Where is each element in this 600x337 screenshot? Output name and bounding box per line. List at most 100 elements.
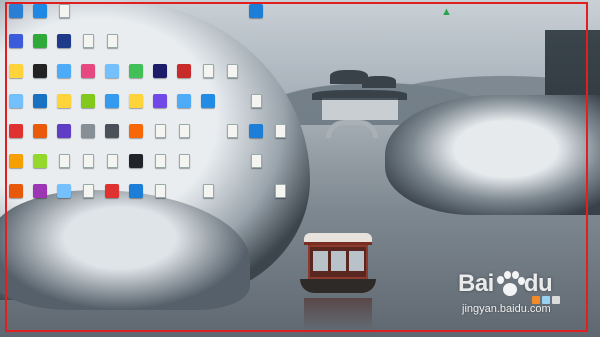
desktop-icon-33[interactable] <box>102 124 122 142</box>
desktop-icon-29[interactable] <box>6 124 26 142</box>
desktop-icon-55[interactable] <box>150 184 170 202</box>
desktop-icon-35[interactable] <box>150 124 170 142</box>
desktop-icon-53[interactable] <box>102 184 122 202</box>
desktop-icon-46[interactable] <box>150 154 170 172</box>
desktop-icon-57[interactable] <box>270 184 290 202</box>
desktop-icon-27[interactable] <box>198 94 218 112</box>
desktop-icon-42[interactable] <box>54 154 74 172</box>
desktop-icon-5[interactable] <box>30 34 50 52</box>
app-icon <box>81 64 95 78</box>
app-icon <box>57 184 71 198</box>
app-icon <box>33 94 47 108</box>
app-icon <box>57 34 71 48</box>
app-icon <box>33 124 47 138</box>
desktop-icon-47[interactable] <box>174 154 194 172</box>
desktop-icon-4[interactable] <box>6 34 26 52</box>
document-icon <box>250 94 262 108</box>
desktop-icon-24[interactable] <box>126 94 146 112</box>
desktop-icon-30[interactable] <box>30 124 50 142</box>
app-icon <box>33 4 47 18</box>
document-icon <box>82 34 94 48</box>
app-icon <box>33 154 47 168</box>
desktop-icon-16[interactable] <box>174 64 194 82</box>
desktop-icon-49[interactable] <box>6 184 26 202</box>
document-icon <box>154 124 166 138</box>
document-icon <box>154 184 166 198</box>
baidu-watermark: Bai du jingyan.baidu.com <box>458 270 590 324</box>
christmas-tree-icon[interactable]: ▲ <box>441 5 452 19</box>
desktop-icon-38[interactable] <box>246 124 266 142</box>
desktop-icon-11[interactable] <box>54 64 74 82</box>
app-icon <box>57 94 71 108</box>
app-icon <box>57 64 71 78</box>
desktop-icon-3[interactable] <box>54 4 74 22</box>
desktop-icon-26[interactable] <box>174 94 194 112</box>
desktop-icon-45[interactable] <box>126 154 146 172</box>
desktop-icon-15[interactable] <box>150 64 170 82</box>
desktop-icon-22[interactable] <box>78 94 98 112</box>
desktop-icon-1[interactable] <box>6 4 26 22</box>
desktop-icon-2[interactable] <box>30 4 50 22</box>
desktop-icon-41[interactable] <box>30 154 50 172</box>
desktop-icon-7[interactable] <box>78 34 98 52</box>
desktop-icon-9[interactable] <box>6 64 26 82</box>
desktop-icon-50[interactable] <box>30 184 50 202</box>
document-icon <box>226 64 238 78</box>
desktop-icon-58[interactable] <box>246 4 266 22</box>
app-icon <box>129 184 143 198</box>
watermark-url: jingyan.baidu.com <box>462 303 551 315</box>
document-icon <box>82 184 94 198</box>
app-icon <box>81 94 95 108</box>
app-icon <box>33 34 47 48</box>
desktop-icon-20[interactable] <box>30 94 50 112</box>
desktop-icon-52[interactable] <box>78 184 98 202</box>
document-icon <box>202 184 214 198</box>
desktop-icon-23[interactable] <box>102 94 122 112</box>
desktop-icon-17[interactable] <box>198 64 218 82</box>
desktop-icon-36[interactable] <box>174 124 194 142</box>
desktop-icon-37[interactable] <box>222 124 242 142</box>
desktop-icon-48[interactable] <box>246 154 266 172</box>
app-icon <box>9 64 23 78</box>
document-icon <box>154 154 166 168</box>
app-icon <box>105 64 119 78</box>
document-icon <box>274 124 286 138</box>
app-icon <box>105 94 119 108</box>
desktop-icon-8[interactable] <box>102 34 122 52</box>
app-icon <box>129 154 143 168</box>
paw-logo-icon <box>495 271 525 301</box>
desktop-icon-44[interactable] <box>102 154 122 172</box>
desktop-icon-51[interactable] <box>54 184 74 202</box>
app-icon <box>129 64 143 78</box>
desktop-icon-25[interactable] <box>150 94 170 112</box>
desktop-icon-54[interactable] <box>126 184 146 202</box>
wallpaper-right-bank <box>385 95 600 215</box>
desktop-icon-39[interactable] <box>270 124 290 142</box>
desktop-icon-43[interactable] <box>78 154 98 172</box>
app-icon <box>9 124 23 138</box>
desktop-icon-28[interactable] <box>246 94 266 112</box>
desktop-icon-32[interactable] <box>78 124 98 142</box>
desktop-icon-31[interactable] <box>54 124 74 142</box>
desktop-icon-10[interactable] <box>30 64 50 82</box>
document-icon <box>202 64 214 78</box>
app-icon <box>81 124 95 138</box>
desktop-icon-12[interactable] <box>78 64 98 82</box>
app-icon <box>9 184 23 198</box>
desktop-icon-19[interactable] <box>6 94 26 112</box>
app-icon <box>57 124 71 138</box>
document-icon <box>274 184 286 198</box>
desktop-icon-13[interactable] <box>102 64 122 82</box>
app-icon <box>153 64 167 78</box>
desktop-icon-6[interactable] <box>54 34 74 52</box>
app-icon <box>33 64 47 78</box>
document-icon <box>106 34 118 48</box>
app-icon <box>105 124 119 138</box>
desktop-icon-21[interactable] <box>54 94 74 112</box>
desktop-icon-40[interactable] <box>6 154 26 172</box>
desktop-icon-14[interactable] <box>126 64 146 82</box>
desktop-icon-18[interactable] <box>222 64 242 82</box>
app-icon <box>129 94 143 108</box>
desktop-icon-34[interactable] <box>126 124 146 142</box>
desktop-icon-56[interactable] <box>198 184 218 202</box>
